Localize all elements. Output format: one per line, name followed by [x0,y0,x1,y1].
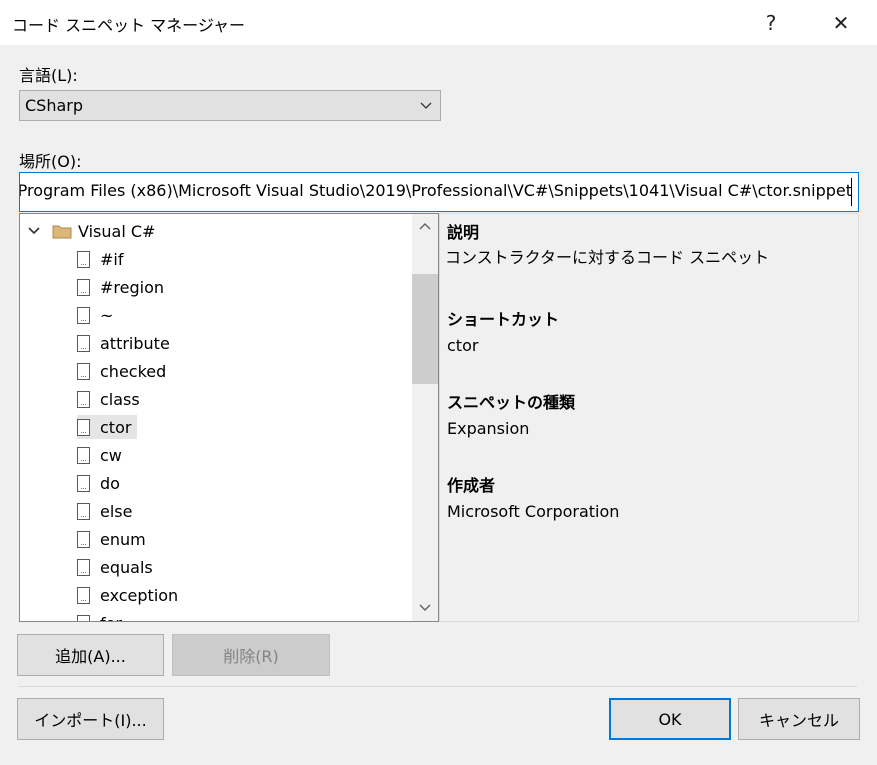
cancel-button[interactable]: キャンセル [738,698,860,740]
tree-snippet-label: exception [100,585,179,605]
tree-snippet-label: ~ [100,305,114,325]
tree-snippet-item[interactable]: #region [77,275,170,299]
chevron-up-icon[interactable] [417,220,433,232]
tree-snippet-item[interactable]: equals [77,555,159,579]
add-button[interactable]: 追加(A)... [17,634,164,676]
location-path: C:\Program Files (x86)\Microsoft Visual … [19,181,852,200]
description-header: 説明 [447,223,480,242]
chevron-down-icon [420,102,432,109]
snippet-file-icon [77,614,90,621]
tree-snippet-item[interactable]: enum [77,527,152,551]
snippet-file-icon [77,334,90,352]
snippet-file-icon [77,586,90,604]
tree-snippet-label: else [100,501,133,521]
tree-snippet-label: #if [100,249,124,269]
tree-snippet-label: checked [100,361,167,381]
import-button[interactable]: インポート(I)... [17,698,164,740]
snippet-file-icon [77,530,90,548]
tree-snippet-label: enum [100,529,146,549]
snippet-file-icon [77,306,90,324]
tree-scrollbar[interactable] [412,214,438,621]
remove-button[interactable]: 削除(R) [172,634,330,676]
tree-snippet-item[interactable]: ~ [77,303,119,327]
tree-snippet-item[interactable]: class [77,387,146,411]
tree-folder-visual-csharp[interactable]: Visual C# [26,219,155,243]
author-header: 作成者 [447,476,496,495]
description-value: コンストラクターに対するコード スニペット [445,248,770,267]
snippet-tree[interactable]: Visual C# #if #region ~ attribute checked cla… [19,213,439,622]
tree-snippet-label: cw [100,445,122,465]
author-value: Microsoft Corporation [447,502,620,521]
tree-snippet-item[interactable]: checked [77,359,172,383]
type-value: Expansion [447,419,530,438]
snippet-file-icon [77,502,90,520]
tree-snippet-item[interactable]: exception [77,583,184,607]
tree-snippet-label: do [100,473,120,493]
chevron-down-icon[interactable] [417,602,433,614]
snippet-file-icon [77,362,90,380]
tree-snippet-item[interactable]: for [77,611,128,622]
snippet-file-icon [77,390,90,408]
snippet-file-icon [77,250,90,268]
title-bar: コード スニペット マネージャー ? ✕ [0,0,877,45]
shortcut-value: ctor [447,336,479,355]
tree-snippet-item[interactable]: else [77,499,138,523]
tree-snippet-label: equals [100,557,153,577]
text-caret [851,178,852,206]
tree-snippet-label: class [100,389,140,409]
snippet-file-icon [77,474,90,492]
location-field[interactable]: C:\Program Files (x86)\Microsoft Visual … [19,172,859,212]
language-select[interactable]: CSharp [19,90,441,121]
folder-icon [52,225,72,239]
snippet-file-icon [77,558,90,576]
help-button[interactable]: ? [748,0,794,45]
language-label: 言語(L): [19,66,78,85]
type-header: スニペットの種類 [447,393,576,412]
separator [19,686,857,687]
snippet-details: 説明 コンストラクターに対するコード スニペット ショートカット ctor スニ… [439,213,859,622]
snippet-file-icon [77,278,90,296]
tree-snippet-item[interactable]: #if [77,247,129,271]
scrollbar-thumb[interactable] [412,274,438,384]
close-button[interactable]: ✕ [818,0,864,45]
tree-snippet-item[interactable]: ctor [77,415,138,439]
chevron-down-icon[interactable] [26,223,42,239]
ok-button[interactable]: OK [609,698,731,740]
snippet-file-icon [77,446,90,464]
tree-snippet-item[interactable]: cw [77,443,128,467]
tree-snippet-label: #region [100,277,165,297]
tree-snippet-label: for [100,614,122,622]
tree-folder-label: Visual C# [78,221,156,241]
language-value: CSharp [25,96,84,115]
snippet-file-icon [77,418,90,436]
shortcut-header: ショートカット [447,310,560,329]
window-title: コード スニペット マネージャー [12,16,246,35]
tree-snippet-label: ctor [100,417,132,437]
tree-snippet-label: attribute [100,333,170,353]
tree-snippet-item[interactable]: do [77,471,126,495]
location-label: 場所(O): [19,152,82,171]
tree-snippet-item[interactable]: attribute [77,331,176,355]
